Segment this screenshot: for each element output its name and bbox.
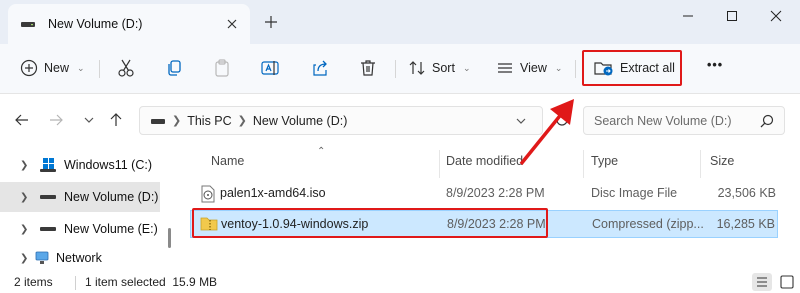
- maximize-icon[interactable]: [722, 8, 742, 24]
- column-header-date[interactable]: Date modified: [446, 154, 523, 168]
- more-options-icon[interactable]: •••: [707, 58, 723, 72]
- chevron-right-icon[interactable]: ❯: [20, 253, 28, 264]
- tab-title: New Volume (D:): [48, 17, 143, 31]
- extract-all-highlight: [582, 50, 682, 86]
- window-tab[interactable]: New Volume (D:): [8, 4, 250, 44]
- delete-icon[interactable]: [358, 58, 378, 78]
- column-header-size[interactable]: Size: [710, 154, 734, 168]
- back-arrow-icon[interactable]: [14, 112, 30, 128]
- sidebar-item-c-drive[interactable]: ❯ Windows11 (C:): [0, 150, 160, 180]
- sidebar-item-label: Windows11 (C:): [64, 158, 152, 172]
- plus-circle-icon: [20, 59, 38, 77]
- sidebar-scrollbar[interactable]: [168, 228, 171, 248]
- search-input[interactable]: Search New Volume (D:): [583, 106, 785, 135]
- sort-label: Sort: [432, 61, 455, 75]
- share-icon[interactable]: [310, 58, 330, 78]
- address-row: ❯ This PC ❯ New Volume (D:) Search New V…: [0, 94, 800, 146]
- column-divider[interactable]: [439, 150, 440, 178]
- sort-icon: [409, 61, 425, 75]
- column-divider[interactable]: [583, 150, 584, 178]
- drive-icon: [151, 118, 165, 124]
- sort-button[interactable]: Sort ⌄: [408, 54, 470, 82]
- search-icon: [760, 114, 774, 128]
- breadcrumb-this-pc[interactable]: This PC: [187, 114, 231, 128]
- close-window-icon[interactable]: [766, 8, 786, 24]
- toolbar-divider: [575, 60, 576, 78]
- toolbar-divider: [395, 60, 396, 78]
- drive-icon: [40, 195, 56, 199]
- selection-info: 1 item selected 15.9 MB: [85, 275, 218, 289]
- network-icon: [35, 251, 49, 264]
- new-button[interactable]: New ⌄: [20, 54, 85, 82]
- file-size: 16,285 KB: [716, 217, 775, 231]
- sidebar-item-label: New Volume (D:): [64, 190, 159, 204]
- rename-icon[interactable]: [260, 58, 280, 78]
- drive-icon: [40, 227, 56, 231]
- address-bar[interactable]: ❯ This PC ❯ New Volume (D:): [139, 106, 543, 135]
- breadcrumb-current[interactable]: New Volume (D:): [253, 114, 347, 128]
- table-row[interactable]: palen1x-amd64.iso 8/9/2023 2:28 PM Disc …: [190, 180, 778, 208]
- close-icon[interactable]: [224, 16, 240, 32]
- chevron-right-icon[interactable]: ❯: [20, 160, 28, 171]
- chevron-down-icon: ⌄: [554, 62, 563, 73]
- drive-icon: [21, 22, 35, 27]
- toolbar-divider: [99, 60, 100, 78]
- chevron-right-icon[interactable]: ❯: [20, 224, 28, 235]
- file-size: 23,506 KB: [717, 186, 776, 200]
- chevron-down-icon: ⌄: [462, 62, 471, 73]
- status-divider: [75, 276, 76, 290]
- sidebar-item-network[interactable]: ❯ Network: [0, 246, 160, 270]
- thumbnails-view-icon[interactable]: [777, 273, 797, 291]
- file-type: Disc Image File: [591, 186, 678, 200]
- breadcrumb-chevron-icon: ❯: [172, 115, 182, 127]
- file-date: 8/9/2023 2:28 PM: [446, 186, 545, 200]
- view-label: View: [520, 61, 547, 75]
- paste-icon[interactable]: [212, 58, 232, 78]
- file-name: palen1x-amd64.iso: [220, 186, 326, 200]
- view-icon: [498, 63, 512, 73]
- recent-chevron-icon[interactable]: [81, 112, 97, 128]
- chevron-down-icon: ⌄: [77, 62, 85, 73]
- column-header-type[interactable]: Type: [591, 154, 618, 168]
- sort-ascending-icon: ⌃: [317, 146, 326, 157]
- address-dropdown-icon[interactable]: [514, 114, 528, 128]
- sidebar-item-label: New Volume (E:): [64, 222, 158, 236]
- view-button[interactable]: View ⌄: [496, 54, 562, 82]
- column-header-name[interactable]: Name: [211, 154, 244, 168]
- navigation-pane: ❯ Windows11 (C:) ❯ New Volume (D:) ❯ New…: [0, 146, 178, 271]
- breadcrumb-chevron-icon: ❯: [237, 115, 247, 127]
- search-placeholder: Search New Volume (D:): [594, 114, 732, 128]
- sidebar-item-e-drive[interactable]: ❯ New Volume (E:): [0, 214, 160, 244]
- status-bar: 2 items 1 item selected 15.9 MB: [0, 271, 800, 293]
- chevron-right-icon[interactable]: ❯: [20, 192, 28, 203]
- column-divider[interactable]: [700, 150, 701, 178]
- refresh-icon[interactable]: [554, 112, 570, 128]
- sidebar-item-label: Network: [56, 251, 102, 265]
- details-view-icon[interactable]: [752, 273, 772, 291]
- disc-image-file-icon: [201, 185, 215, 203]
- title-bar: New Volume (D:): [0, 0, 800, 44]
- up-arrow-icon[interactable]: [108, 112, 124, 128]
- file-type: Compressed (zipp...: [592, 217, 704, 231]
- zip-file-highlight: [192, 208, 548, 238]
- copy-icon[interactable]: [164, 58, 184, 78]
- new-tab-icon[interactable]: [263, 14, 279, 30]
- sidebar-item-d-drive[interactable]: ❯ New Volume (D:): [0, 182, 160, 212]
- cut-icon[interactable]: [116, 58, 136, 78]
- new-label: New: [44, 61, 70, 75]
- forward-arrow-icon[interactable]: [48, 112, 64, 128]
- windows-drive-icon: [40, 158, 56, 172]
- item-count: 2 items: [14, 275, 53, 289]
- minimize-icon[interactable]: [678, 8, 698, 24]
